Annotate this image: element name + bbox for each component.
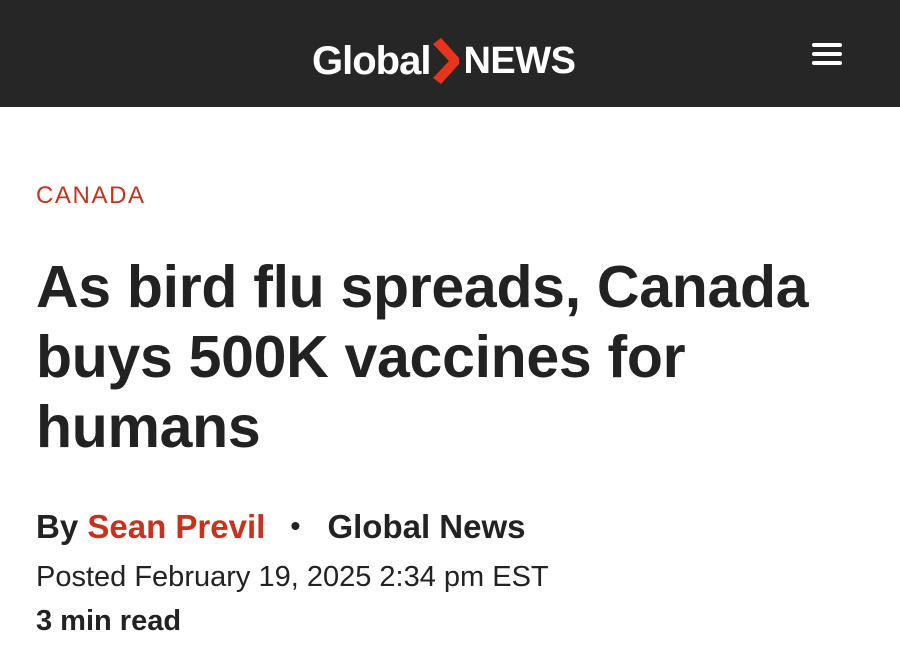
hamburger-menu-icon[interactable] bbox=[810, 42, 846, 70]
article-headline: As bird flu spreads, Canada buys 500K va… bbox=[36, 254, 809, 460]
section-link-canada[interactable]: CANADA bbox=[36, 180, 146, 212]
byline-prefix: By bbox=[36, 508, 79, 545]
global-news-logo[interactable]: Global NEWS bbox=[312, 38, 576, 84]
byline-outlet: Global News bbox=[327, 508, 526, 545]
logo-news-text: NEWS bbox=[463, 40, 576, 82]
posted-date: Posted February 19, 2025 2:34 pm EST bbox=[36, 561, 549, 593]
byline-separator: • bbox=[290, 510, 301, 541]
author-link[interactable]: Sean Previl bbox=[87, 508, 265, 545]
logo-global-text: Global bbox=[312, 39, 431, 83]
logo-chevron-icon bbox=[433, 38, 460, 84]
site-header: Global NEWS bbox=[0, 0, 900, 107]
byline: By Sean Previl • Global News bbox=[36, 506, 526, 550]
read-time: 3 min read bbox=[36, 605, 182, 637]
